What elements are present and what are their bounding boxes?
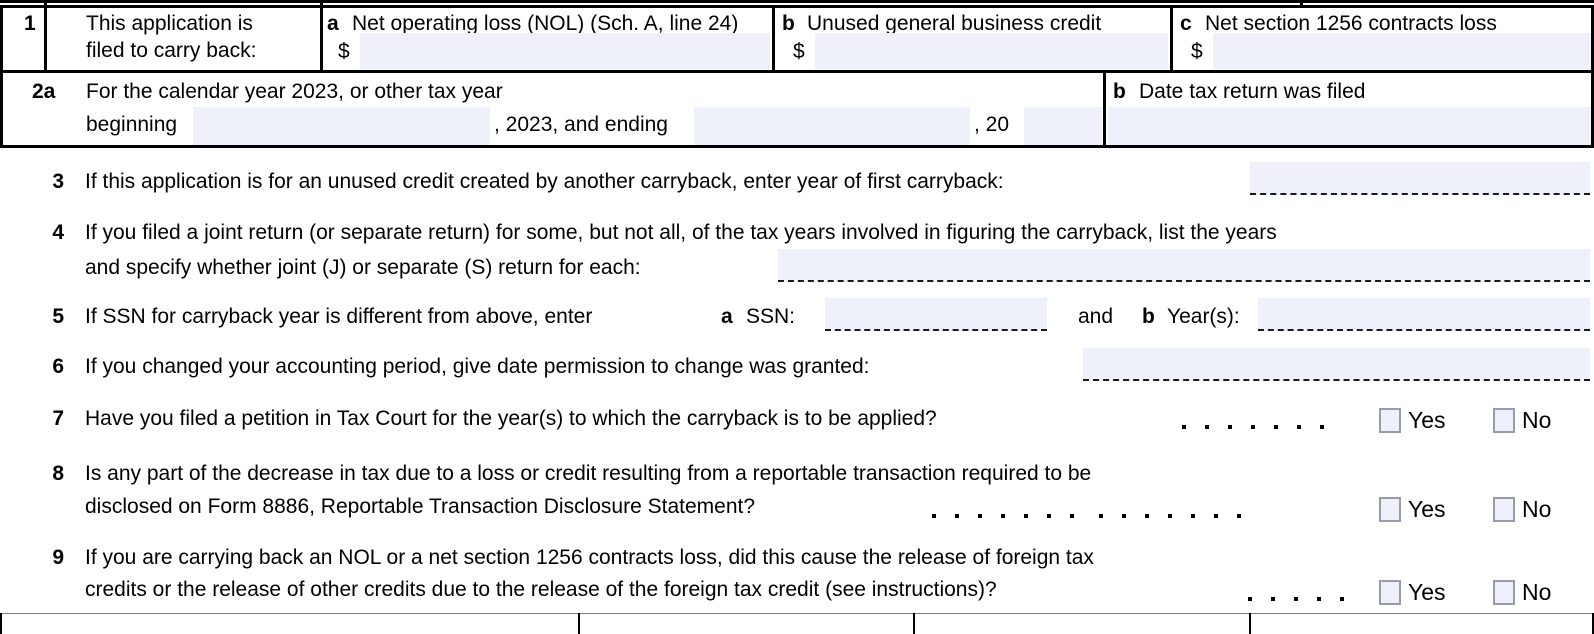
line2-sub-b-letter: b (1113, 80, 1126, 103)
line8-no-box[interactable] (1493, 497, 1515, 522)
line4-number: 4 (52, 221, 64, 244)
line7-no-box[interactable] (1493, 408, 1515, 433)
line7-yes-box[interactable] (1379, 408, 1401, 433)
rule-line1-top (0, 5, 1594, 8)
line4-text-line1: If you filed a joint return (or separate… (85, 221, 1277, 244)
line5-text: If SSN for carryback year is different f… (85, 305, 593, 328)
vrule-line1-left-edge (0, 5, 3, 70)
rule-top-page-edge (0, 0, 1594, 3)
vrule-bottom-left (0, 613, 2, 634)
line2-number: 2a (32, 80, 56, 103)
vrule-line1-before-b (772, 5, 775, 70)
line1-option-c-letter: c (1180, 12, 1192, 35)
line5-conjunction: and (1078, 305, 1114, 328)
line5-number: 5 (52, 305, 64, 328)
rule-line2-bottom (0, 145, 1594, 148)
vrule-line1-before-c (1170, 5, 1173, 70)
line3-number: 3 (52, 170, 64, 193)
line7-yes-label: Yes (1408, 407, 1446, 433)
vrule-line1-before-a (320, 5, 323, 70)
line1-option-c-input[interactable] (1213, 33, 1591, 69)
line9-no-box[interactable] (1493, 580, 1515, 605)
line2-date-filed-input[interactable] (1108, 107, 1591, 145)
line5-sub-a-letter: a (721, 305, 733, 328)
line1-option-b-letter: b (782, 12, 795, 35)
rule-bottom-section (0, 613, 1594, 614)
vrule-line2-left-edge (0, 70, 3, 148)
line9-number: 9 (52, 546, 64, 569)
line1-number: 1 (24, 12, 36, 35)
line8-leader-dots (932, 504, 1260, 529)
line7-yes-checkbox[interactable]: Yes (1379, 407, 1446, 435)
line5-years-input[interactable] (1258, 298, 1590, 331)
line2-beginning-input[interactable] (193, 107, 490, 145)
line2-sub-b-label: Date tax return was filed (1139, 80, 1366, 103)
line5-sub-b-label: Year(s): (1167, 305, 1240, 328)
line6-text: If you changed your accounting period, g… (85, 355, 870, 378)
line9-leader-dots (1248, 587, 1363, 612)
line6-number: 6 (52, 355, 64, 378)
vrule-bottom-col2 (913, 613, 915, 634)
line8-yes-label: Yes (1408, 496, 1446, 522)
line4-input[interactable] (778, 249, 1590, 282)
line1-option-a-currency: $ (338, 40, 350, 63)
line2-end-text: , 20 (974, 113, 1010, 136)
line1-prompt-line-a: This application is (86, 12, 253, 35)
line2-beginning-label: beginning (86, 113, 178, 136)
line1-option-c-currency: $ (1191, 40, 1203, 63)
line7-no-label: No (1522, 407, 1552, 433)
line2-text-line1: For the calendar year 2023, or other tax… (86, 80, 503, 103)
line4-text-line2: and specify whether joint (J) or separat… (85, 256, 641, 279)
line3-text: If this application is for an unused cre… (85, 170, 1004, 193)
line1-option-b-input[interactable] (815, 33, 1168, 69)
line5-sub-b-letter: b (1142, 305, 1155, 328)
line8-text-line1: Is any part of the decrease in tax due t… (85, 462, 1092, 485)
line1-option-a-letter: a (327, 12, 339, 35)
line5-ssn-input[interactable] (825, 298, 1047, 331)
line9-yes-label: Yes (1408, 579, 1446, 605)
vrule-line1-after-number (44, 5, 47, 70)
line9-no-label: No (1522, 579, 1552, 605)
line5-sub-a-label: SSN: (746, 305, 796, 328)
line2-ending-input[interactable] (694, 107, 970, 145)
form-1045-page: 1 This application is filed to carry bac… (0, 0, 1594, 634)
vrule-bottom-col1 (578, 613, 580, 634)
line1-option-b-currency: $ (793, 40, 805, 63)
line9-text-line1: If you are carrying back an NOL or a net… (85, 546, 1094, 569)
line8-no-label: No (1522, 496, 1552, 522)
line9-no-checkbox[interactable]: No (1493, 579, 1551, 607)
line8-text-line2: disclosed on Form 8886, Reportable Trans… (85, 495, 756, 518)
line6-input[interactable] (1083, 348, 1590, 381)
line8-yes-box[interactable] (1379, 497, 1401, 522)
line1-prompt-line-b: filed to carry back: (86, 39, 257, 62)
line9-yes-checkbox[interactable]: Yes (1379, 579, 1446, 607)
line8-number: 8 (52, 462, 64, 485)
line7-leader-dots (1182, 415, 1343, 440)
rule-line1-bottom (0, 70, 1594, 73)
line7-text: Have you filed a petition in Tax Court f… (85, 407, 937, 430)
vrule-line2-before-b (1103, 70, 1106, 148)
line7-number: 7 (52, 407, 64, 430)
line8-yes-checkbox[interactable]: Yes (1379, 496, 1446, 524)
line9-text-line2: credits or the release of other credits … (85, 578, 997, 601)
line1-option-a-input[interactable] (360, 33, 770, 69)
line2-end-input[interactable] (1024, 107, 1102, 145)
line7-no-checkbox[interactable]: No (1493, 407, 1551, 435)
line2-mid-text: , 2023, and ending (494, 113, 668, 136)
line9-yes-box[interactable] (1379, 580, 1401, 605)
line3-input[interactable] (1250, 162, 1590, 195)
vrule-bottom-col3 (1249, 613, 1251, 634)
line8-no-checkbox[interactable]: No (1493, 496, 1551, 524)
